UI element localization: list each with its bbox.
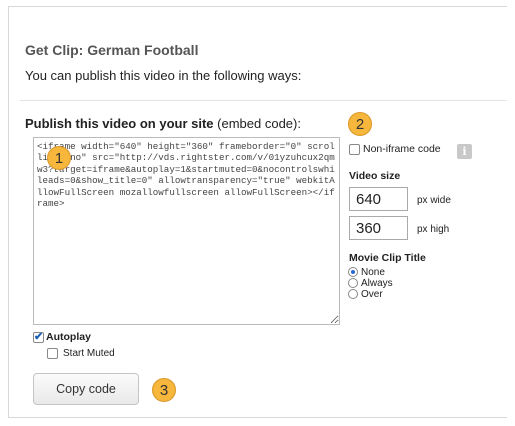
video-size-label: Video size (349, 170, 401, 182)
page-subtitle: You can publish this video in the follow… (25, 68, 302, 83)
non-iframe-checkbox[interactable] (349, 143, 360, 155)
publish-heading-bold: Publish this video on your site (25, 116, 214, 131)
publish-heading-suffix: (embed code): (213, 116, 301, 131)
radio-over[interactable] (348, 289, 358, 300)
info-icon[interactable]: i (457, 144, 472, 159)
title-option-always[interactable]: Always (348, 278, 393, 289)
embed-code-textarea[interactable] (33, 137, 340, 325)
callout-1-badge: 1 (47, 146, 71, 170)
publish-heading: Publish this video on your site (embed c… (25, 116, 301, 131)
radio-over-label: Over (361, 289, 383, 300)
radio-always[interactable] (348, 278, 358, 289)
title-option-none[interactable]: None (348, 267, 385, 278)
width-input[interactable] (349, 187, 408, 211)
non-iframe-label: Non-iframe code (363, 143, 441, 155)
autoplay-checkbox[interactable] (33, 330, 44, 343)
autoplay-label: Autoplay (46, 331, 91, 343)
radio-none-label: None (361, 267, 385, 278)
start-muted-option[interactable]: Start Muted (47, 348, 115, 359)
width-unit-label: px wide (417, 195, 451, 206)
movie-clip-title-label: Movie Clip Title (349, 252, 426, 264)
title-option-over[interactable]: Over (348, 289, 383, 300)
height-input[interactable] (349, 216, 408, 240)
radio-always-label: Always (361, 278, 393, 289)
height-unit-label: px high (417, 224, 450, 235)
copy-code-button[interactable]: Copy code (33, 373, 139, 405)
callout-3-badge: 3 (152, 378, 176, 402)
start-muted-checkbox[interactable] (47, 348, 58, 359)
callout-2-badge: 2 (348, 112, 372, 136)
radio-none[interactable] (348, 267, 358, 278)
autoplay-option[interactable]: Autoplay (33, 330, 91, 343)
section-divider (20, 100, 507, 101)
start-muted-label: Start Muted (63, 348, 115, 360)
non-iframe-option[interactable]: Non-iframe code (349, 143, 441, 155)
page-title: Get Clip: German Football (25, 42, 199, 58)
